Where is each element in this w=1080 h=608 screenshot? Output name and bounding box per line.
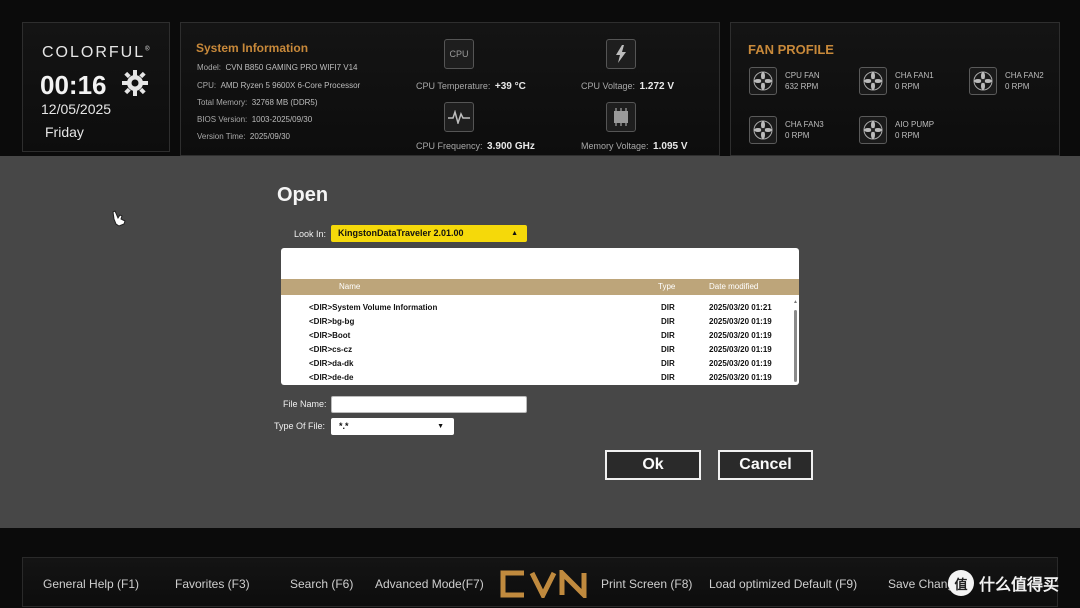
- file-type: DIR: [661, 303, 675, 312]
- file-row[interactable]: <DIR>cs-cz DIR 2025/03/20 01:19: [281, 343, 799, 357]
- look-in-value: KingstonDataTraveler 2.01.00: [338, 228, 464, 238]
- fan-name: CHA FAN2: [1005, 71, 1044, 80]
- clock-time: 00:16: [40, 70, 107, 100]
- fan-name: CHA FAN1: [895, 71, 934, 80]
- file-date: 2025/03/20 01:19: [709, 359, 772, 368]
- file-name-label: File Name:: [283, 399, 327, 409]
- memory-chip-icon: [606, 102, 636, 132]
- file-date: 2025/03/20 01:19: [709, 345, 772, 354]
- fan-name: CHA FAN3: [785, 120, 824, 129]
- look-in-label: Look In:: [294, 229, 327, 239]
- fan-rpm: 0 RPM: [895, 82, 920, 91]
- fan-cha2[interactable]: CHA FAN2 0 RPM: [969, 67, 1044, 95]
- fan-icon: [859, 116, 887, 144]
- fan-rpm: 0 RPM: [785, 131, 810, 140]
- file-type: DIR: [661, 345, 675, 354]
- file-name: <DIR>Boot: [309, 331, 351, 340]
- file-name: <DIR>de-de: [309, 373, 354, 382]
- file-row[interactable]: <DIR>Boot DIR 2025/03/20 01:19: [281, 329, 799, 343]
- sys-row-memory: Total Memory: 32768 MB (DDR5): [197, 98, 318, 107]
- fan-icon: [749, 67, 777, 95]
- file-list-header: Name Type Date modified: [281, 279, 799, 295]
- fan-rpm: 0 RPM: [1005, 82, 1030, 91]
- file-date: 2025/03/20 01:19: [709, 317, 772, 326]
- memory-voltage: Memory Voltage: 1.095 V: [581, 141, 688, 152]
- favorites-button[interactable]: Favorites (F3): [175, 577, 250, 591]
- file-row[interactable]: <DIR>da-dk DIR 2025/03/20 01:19: [281, 357, 799, 371]
- cpu-voltage: CPU Voltage: 1.272 V: [581, 81, 675, 92]
- fan-rpm: 632 RPM: [785, 82, 819, 91]
- file-date: 2025/03/20 01:19: [709, 373, 772, 382]
- clock-day: Friday: [45, 124, 84, 140]
- watermark-text: 什么值得买: [979, 577, 1060, 594]
- file-name-input[interactable]: [331, 396, 527, 413]
- file-row[interactable]: <DIR>de-de DIR 2025/03/20 01:19: [281, 371, 799, 385]
- mouse-cursor-icon: [110, 210, 128, 235]
- cpu-frequency: CPU Frequency: 3.900 GHz: [416, 141, 535, 152]
- file-name: <DIR>da-dk: [309, 359, 354, 368]
- waveform-icon: [444, 102, 474, 132]
- fan-rpm: 0 RPM: [895, 131, 920, 140]
- dialog-title: Open: [277, 184, 329, 206]
- file-type-label: Type Of File:: [274, 421, 326, 431]
- sys-row-cpu: CPU: AMD Ryzen 5 9600X 6-Core Processor: [197, 81, 361, 90]
- fan-icon: [969, 67, 997, 95]
- column-type[interactable]: Type: [658, 282, 675, 291]
- watermark: 值 什么值得买: [948, 570, 1059, 596]
- file-type: DIR: [661, 317, 675, 326]
- fan-icon: [749, 116, 777, 144]
- fan-name: AIO PUMP: [895, 120, 935, 129]
- file-name: <DIR>System Volume Information: [309, 303, 438, 312]
- file-type: DIR: [661, 373, 675, 382]
- sys-row-version-time: Version Time: 2025/09/30: [197, 132, 290, 141]
- file-type: DIR: [661, 331, 675, 340]
- file-row[interactable]: <DIR>System Volume Information DIR 2025/…: [281, 301, 799, 315]
- fan-cha1[interactable]: CHA FAN1 0 RPM: [859, 67, 934, 95]
- file-date: 2025/03/20 01:19: [709, 331, 772, 340]
- clock-date: 12/05/2025: [41, 101, 112, 117]
- print-screen-button[interactable]: Print Screen (F8): [601, 577, 692, 591]
- file-date: 2025/03/20 01:21: [709, 303, 772, 312]
- file-name: <DIR>bg-bg: [309, 317, 355, 326]
- look-in-select[interactable]: KingstonDataTraveler 2.01.00 ▲: [331, 225, 527, 242]
- chevron-up-icon: ▲: [511, 230, 518, 237]
- cancel-button[interactable]: Cancel: [718, 450, 813, 480]
- file-type-value: *.*: [339, 421, 349, 431]
- file-name: <DIR>cs-cz: [309, 345, 353, 354]
- fan-cpu[interactable]: CPU FAN 632 RPM: [749, 67, 820, 95]
- system-info-title: System Information: [196, 41, 309, 55]
- fan-cha3[interactable]: CHA FAN3 0 RPM: [749, 116, 824, 144]
- cpu-temperature: CPU Temperature: +39 °C: [416, 81, 526, 92]
- lightning-icon: [606, 39, 636, 69]
- cpu-icon: CPU: [444, 39, 474, 69]
- fan-icon: [859, 67, 887, 95]
- watermark-logo: 值: [948, 570, 974, 596]
- fan-profile-title: FAN PROFILE: [748, 42, 834, 57]
- sys-row-bios: BIOS Version: 1003-2025/09/30: [197, 115, 313, 124]
- brand-logo: COLORFUL®: [42, 44, 152, 61]
- gear-icon[interactable]: [120, 68, 150, 103]
- fan-aio-pump[interactable]: AIO PUMP 0 RPM: [859, 116, 934, 144]
- sys-row-model: Model: CVN B850 GAMING PRO WIFI7 V14: [197, 63, 358, 72]
- cvn-logo: [500, 566, 588, 603]
- file-row[interactable]: <DIR>bg-bg DIR 2025/03/20 01:19: [281, 315, 799, 329]
- column-name[interactable]: Name: [339, 282, 360, 291]
- file-type-select[interactable]: *.* ▼: [331, 418, 454, 435]
- file-list[interactable]: Name Type Date modified ▲ <DIR>System Vo…: [281, 248, 799, 385]
- ok-button[interactable]: Ok: [605, 450, 701, 480]
- fan-name: CPU FAN: [785, 71, 820, 80]
- save-changes-button[interactable]: Save Chang: [888, 577, 954, 591]
- file-type: DIR: [661, 359, 675, 368]
- advanced-mode-button[interactable]: Advanced Mode(F7): [375, 577, 484, 591]
- load-optimized-default-button[interactable]: Load optimized Default (F9): [709, 577, 857, 591]
- search-button[interactable]: Search (F6): [290, 577, 353, 591]
- column-date[interactable]: Date modified: [709, 282, 758, 291]
- general-help-button[interactable]: General Help (F1): [43, 577, 139, 591]
- chevron-down-icon: ▼: [437, 423, 444, 430]
